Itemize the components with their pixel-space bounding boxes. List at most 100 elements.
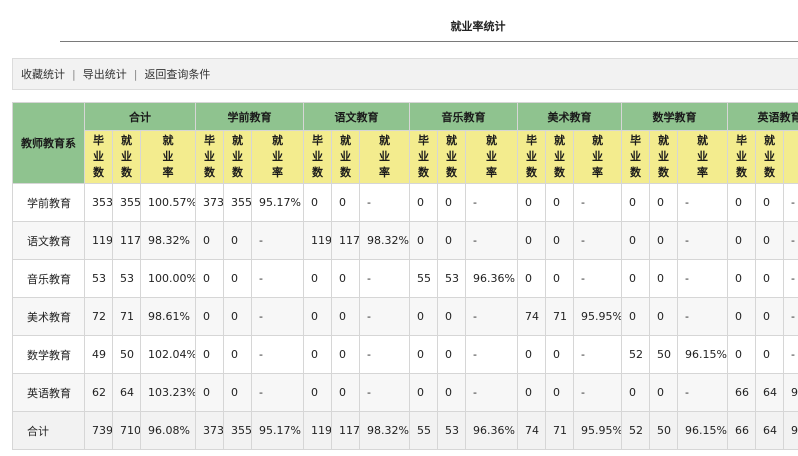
- employment-rate-cell: -: [783, 335, 798, 374]
- graduates-cell: 119: [84, 221, 113, 260]
- employed-cell: 50: [649, 411, 679, 450]
- graduates-cell: 66: [727, 411, 757, 450]
- employed-header: 就业数: [223, 130, 253, 184]
- employment-rate-header: 就业率: [251, 130, 305, 184]
- graduates-cell: 74: [517, 411, 547, 450]
- sub-header-char: 数: [526, 166, 538, 179]
- sub-header-char: 就: [162, 134, 174, 147]
- employed-cell: 0: [649, 373, 679, 412]
- employed-cell: 0: [331, 259, 361, 298]
- sub-header-char: 毕: [736, 134, 748, 147]
- graduates-cell: 0: [727, 183, 757, 222]
- corner-header: 教师教育系: [12, 102, 85, 184]
- sub-header-row: 毕业数就业数就业率毕业数就业数就业率毕业数就业数就业率毕业数就业数就业率毕业数就…: [13, 130, 798, 184]
- sub-header-char: 业: [272, 150, 284, 163]
- employment-rate-header: 就业率: [677, 130, 729, 184]
- graduates-header: 毕业数: [727, 130, 757, 184]
- sub-header-char: 数: [736, 166, 748, 179]
- sub-header-char: 数: [204, 166, 216, 179]
- sub-header-char: 业: [697, 150, 709, 163]
- employed-cell: 0: [437, 221, 467, 260]
- graduates-cell: 0: [621, 373, 651, 412]
- employment-rate-cell: 102.04%: [139, 335, 197, 374]
- graduates-cell: 52: [621, 411, 651, 450]
- graduates-cell: 0: [517, 373, 547, 412]
- back-to-query-link[interactable]: 返回查询条件: [144, 66, 210, 82]
- row-label: 英语教育: [12, 373, 85, 412]
- employment-rate-cell: -: [573, 221, 623, 260]
- favorite-stats-link[interactable]: 收藏统计: [21, 66, 65, 82]
- total-row: 合计 739 710 96.08% 373 355 95.17% 119 117 98.32% 55…: [12, 411, 798, 450]
- graduates-cell: 72: [84, 297, 113, 336]
- employment-rate-cell: -: [465, 335, 519, 374]
- graduates-cell: 0: [195, 221, 225, 260]
- employment-rate-cell: 103.23%: [139, 373, 197, 412]
- employed-cell: 0: [223, 373, 253, 412]
- graduates-cell: 0: [195, 373, 225, 412]
- employment-rate-cell: -: [677, 259, 729, 298]
- graduates-cell: 0: [727, 297, 757, 336]
- employed-cell: 117: [331, 221, 361, 260]
- employment-rate-cell: -: [573, 373, 623, 412]
- graduates-cell: 52: [621, 335, 651, 374]
- employed-cell: 0: [437, 373, 467, 412]
- graduates-cell: 0: [517, 221, 547, 260]
- employed-header: 就业数: [437, 130, 467, 184]
- employment-rate-cell: -: [359, 335, 411, 374]
- employment-rate-cell: 96.08%: [139, 411, 197, 450]
- employed-cell: 0: [331, 297, 361, 336]
- graduates-cell: 0: [409, 373, 439, 412]
- sub-header-char: 业: [736, 150, 748, 163]
- sub-header-char: 业: [658, 150, 670, 163]
- group-header-english: 英语教育: [727, 102, 798, 131]
- employed-header: 就业数: [649, 130, 679, 184]
- graduates-cell: 0: [621, 221, 651, 260]
- employed-cell: 53: [112, 259, 141, 298]
- row-label: 语文教育: [12, 221, 85, 260]
- employment-rate-cell: -: [251, 335, 305, 374]
- employed-cell: 50: [649, 335, 679, 374]
- sub-header-char: 就: [697, 134, 709, 147]
- graduates-cell: 0: [409, 335, 439, 374]
- employed-cell: 0: [545, 183, 575, 222]
- export-stats-link[interactable]: 导出统计: [83, 66, 127, 82]
- graduates-cell: 74: [517, 297, 547, 336]
- employed-cell: 117: [331, 411, 361, 450]
- employed-header: 就业数: [331, 130, 361, 184]
- employment-rate-header: 就业率: [359, 130, 411, 184]
- sub-header-char: 就: [764, 134, 776, 147]
- title-divider: [60, 41, 798, 42]
- row-label: 合计: [12, 411, 85, 450]
- employment-rate-cell: 100.57%: [139, 183, 197, 222]
- employed-cell: 64: [112, 373, 141, 412]
- graduates-cell: 0: [303, 259, 333, 298]
- employment-rate-header: 就业率: [783, 130, 798, 184]
- toolbar: 收藏统计 | 导出统计 | 返回查询条件: [12, 58, 798, 90]
- group-header-preschool: 学前教育: [195, 102, 305, 131]
- graduates-cell: 62: [84, 373, 113, 412]
- employment-rate-header: 就业率: [573, 130, 623, 184]
- sub-header-char: 业: [446, 150, 458, 163]
- sub-header-char: 业: [379, 150, 391, 163]
- sub-header-char: 率: [785, 165, 798, 181]
- group-header-total: 合计: [83, 102, 197, 131]
- graduates-cell: 0: [195, 335, 225, 374]
- table-row: 英语教育6264103.23%00-00-00-00-00-666496.97%: [12, 373, 798, 412]
- employment-rate-header: 就业率: [465, 130, 519, 184]
- graduates-cell: 0: [727, 335, 757, 374]
- graduates-cell: 55: [409, 259, 439, 298]
- employment-rate-cell: -: [465, 297, 519, 336]
- page-title: 就业率统计: [450, 20, 506, 33]
- graduates-header: 毕业数: [517, 130, 547, 184]
- employment-rate-cell: -: [359, 183, 411, 222]
- graduates-cell: 119: [303, 221, 333, 260]
- graduates-header: 毕业数: [84, 130, 113, 184]
- employed-cell: 50: [112, 335, 141, 374]
- sub-header-char: 业: [785, 149, 798, 165]
- graduates-cell: 739: [84, 411, 113, 450]
- graduates-cell: 0: [517, 259, 547, 298]
- graduates-header: 毕业数: [409, 130, 439, 184]
- sub-header-char: 业: [418, 150, 430, 163]
- sub-header-char: 毕: [526, 134, 538, 147]
- group-header-art: 美术教育: [517, 102, 623, 131]
